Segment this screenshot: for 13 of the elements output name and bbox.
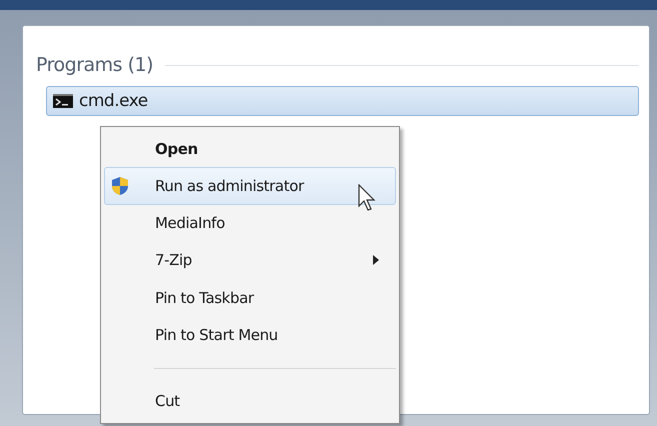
shield-icon [111, 176, 129, 196]
menu-item[interactable]: Pin to Start Menu [104, 316, 396, 354]
menu-item[interactable]: Pin to Taskbar [104, 279, 396, 316]
menu-item[interactable]: MediaInfo [104, 204, 396, 242]
program-result[interactable]: cmd.exe [46, 86, 639, 116]
menu-item[interactable]: 7-Zip [104, 242, 396, 280]
mouse-pointer-icon [358, 184, 376, 212]
section-title: Programs (1) [36, 54, 154, 76]
console-icon [53, 94, 73, 108]
menu-item[interactable]: Open [104, 130, 396, 168]
menu-item[interactable]: Cut [104, 382, 396, 420]
menu-item[interactable]: Run as administrator [104, 167, 396, 205]
submenu-arrow-icon [373, 255, 379, 266]
